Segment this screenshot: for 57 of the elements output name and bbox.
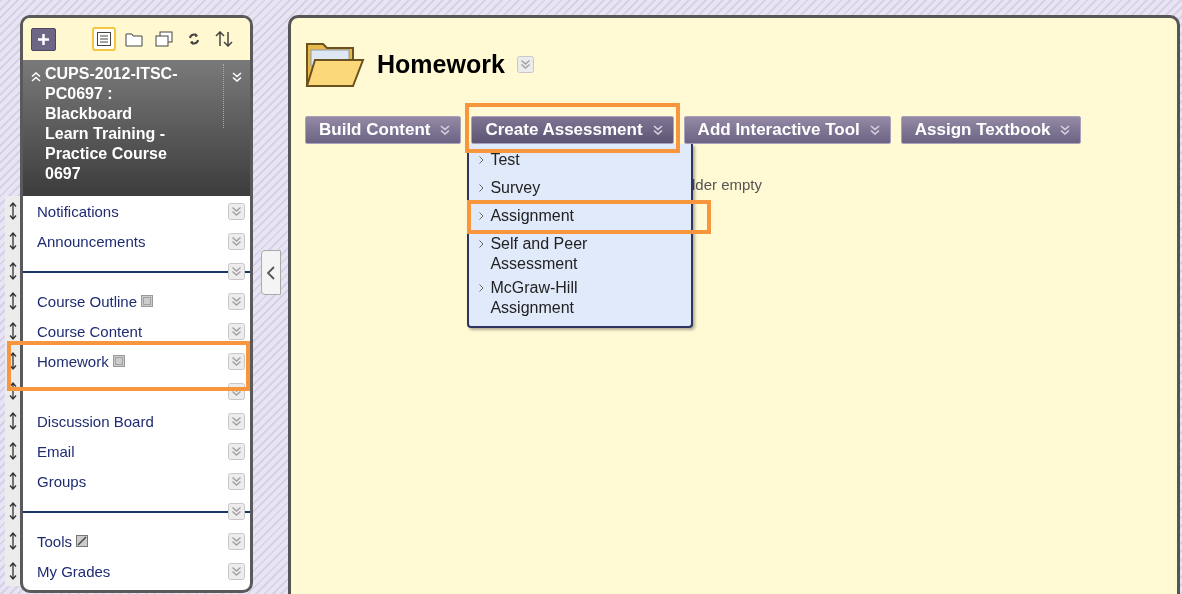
expand-icon bbox=[232, 72, 242, 82]
list-view-icon bbox=[96, 31, 112, 47]
course-menu-link[interactable]: Course Outline bbox=[37, 292, 138, 310]
toolbar-button[interactable] bbox=[92, 27, 116, 51]
collapse-icon bbox=[31, 72, 41, 82]
course-menu-link[interactable]: Course Content bbox=[37, 322, 143, 340]
add-menu-item-button[interactable] bbox=[31, 27, 56, 51]
menu-item[interactable]: Self and Peer Assessment bbox=[469, 232, 692, 276]
options-chevron-icon[interactable] bbox=[228, 292, 245, 310]
folder-icon bbox=[305, 40, 365, 88]
page-title: Homework bbox=[377, 49, 505, 79]
refresh-icon bbox=[187, 31, 201, 47]
plus-icon bbox=[38, 33, 49, 45]
options-chevron-icon[interactable] bbox=[228, 322, 245, 340]
action-menu-button[interactable]: Add Interactive Tool bbox=[683, 116, 891, 144]
options-chevron-icon[interactable] bbox=[228, 502, 245, 520]
folder-icon bbox=[125, 31, 143, 47]
chevron-right-icon bbox=[479, 212, 485, 220]
menu-item[interactable]: Survey bbox=[469, 176, 692, 204]
menu-item[interactable]: Assignment bbox=[469, 204, 692, 232]
chevron-right-icon bbox=[479, 240, 485, 248]
options-chevron-icon[interactable] bbox=[228, 412, 245, 430]
chevron-right-icon bbox=[479, 184, 485, 192]
course-menu-link[interactable]: Groups bbox=[37, 472, 87, 490]
dropdown-icon bbox=[869, 125, 880, 135]
options-chevron-icon[interactable] bbox=[228, 202, 245, 220]
chevron-right-icon bbox=[479, 156, 485, 164]
drag-handle[interactable] bbox=[5, 556, 20, 586]
course-menu-link[interactable]: Email bbox=[37, 442, 75, 460]
action-menu-button[interactable]: Assign Textbook bbox=[900, 116, 1082, 144]
options-chevron-icon[interactable] bbox=[228, 262, 245, 280]
course-menu-link[interactable]: Tools bbox=[37, 532, 73, 550]
dropdown-icon bbox=[652, 125, 663, 135]
options-chevron-icon[interactable] bbox=[228, 442, 245, 460]
collapse-sidebar-button[interactable] bbox=[260, 250, 281, 295]
menu-item[interactable]: Test bbox=[469, 148, 692, 176]
action-menu-button[interactable]: Build Content bbox=[305, 116, 462, 144]
options-chevron-icon[interactable] bbox=[228, 352, 245, 370]
course-menu-link[interactable]: Notifications bbox=[37, 202, 119, 220]
action-menu-button[interactable]: Create Assessment bbox=[471, 116, 674, 144]
options-chevron-icon[interactable] bbox=[228, 472, 245, 490]
course-menu-link[interactable]: Discussion Board bbox=[37, 412, 154, 430]
chevron-right-icon bbox=[479, 284, 485, 292]
dropdown-icon bbox=[440, 125, 451, 135]
course-menu-link[interactable]: Announcements bbox=[37, 232, 146, 250]
options-chevron-icon[interactable] bbox=[228, 232, 245, 250]
course-title[interactable]: CUPS-2012-ITSC-PC0697 : Blackboard Learn Training - Practice Course 0697 bbox=[45, 64, 179, 184]
options-chevron-icon[interactable] bbox=[228, 532, 245, 550]
options-chevron-icon[interactable] bbox=[228, 562, 245, 580]
empty-folder-message: lder empty bbox=[692, 176, 764, 193]
drag-handle[interactable] bbox=[5, 196, 20, 226]
sort-icon bbox=[215, 31, 233, 47]
dropdown-icon bbox=[1060, 125, 1071, 135]
course-menu-link[interactable]: Homework bbox=[37, 352, 109, 370]
windows-icon bbox=[155, 31, 173, 47]
course-menu-link[interactable]: My Grades bbox=[37, 562, 111, 580]
menu-item[interactable]: McGraw-Hill Assignment bbox=[469, 276, 692, 320]
